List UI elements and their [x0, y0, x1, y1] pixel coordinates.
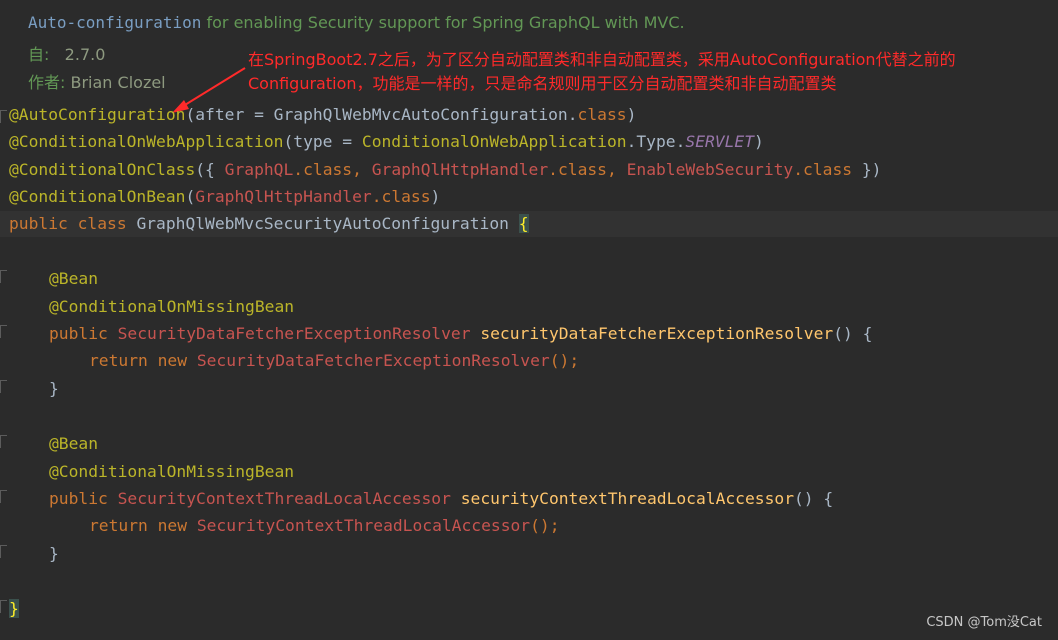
- autoconfiguration-annotation: @AutoConfiguration: [9, 105, 186, 124]
- code-token: .class,: [548, 160, 627, 179]
- code-token: ();: [530, 516, 560, 535]
- javadoc-since: 自: 2.7.0: [28, 41, 105, 65]
- javadoc-summary: Auto-configuration for enabling Security…: [28, 13, 685, 32]
- conditional-bean-annotation: @ConditionalOnBean: [9, 187, 186, 206]
- return-type: SecurityContextThreadLocalAccessor: [117, 489, 451, 508]
- conditional-class-annotation: @ConditionalOnClass: [9, 160, 196, 179]
- fold-marker-icon[interactable]: [0, 325, 7, 338]
- fold-marker-icon[interactable]: [0, 545, 7, 558]
- code-token: .Type.: [626, 132, 686, 151]
- bean-annotation: @Bean: [49, 434, 99, 453]
- fold-marker-icon[interactable]: [0, 435, 7, 448]
- annotation-note-line2: Configuration，功能是一样的，只是命名规则用于区分自动配置类和非自动…: [248, 74, 837, 93]
- author-value: Brian Clozel: [70, 73, 166, 92]
- code-line-bean-2[interactable]: @Bean: [49, 432, 98, 456]
- return-new-keyword: return new: [89, 351, 197, 370]
- missing-bean-annotation: @ConditionalOnMissingBean: [49, 297, 295, 316]
- unresolved-type: EnableWebSecurity: [626, 160, 794, 179]
- matched-brace: }: [9, 599, 19, 618]
- public-class-keyword: public class: [9, 214, 137, 233]
- code-line-conditional-bean[interactable]: @ConditionalOnBean(GraphQlHttpHandler.cl…: [9, 185, 440, 209]
- return-type: SecurityDataFetcherExceptionResolver: [117, 324, 471, 343]
- missing-bean-annotation: @ConditionalOnMissingBean: [49, 462, 295, 481]
- code-token: ): [626, 105, 637, 124]
- method-name: securityDataFetcherExceptionResolver: [480, 324, 834, 343]
- code-token: () {: [794, 489, 834, 508]
- code-token: (type =: [283, 132, 362, 151]
- code-line-method-1[interactable]: public SecurityDataFetcherExceptionResol…: [49, 322, 872, 346]
- method-name: securityContextThreadLocalAccessor: [460, 489, 794, 508]
- author-label: 作者:: [28, 73, 66, 92]
- code-token: }): [852, 160, 882, 179]
- constructor-type: SecurityDataFetcherExceptionResolver: [196, 351, 550, 370]
- closing-brace: }: [49, 544, 59, 563]
- code-token: ): [430, 187, 441, 206]
- bean-annotation: @Bean: [49, 269, 99, 288]
- code-line-class-declaration[interactable]: public class GraphQlWebMvcSecurityAutoCo…: [9, 212, 529, 236]
- conditional-web-annotation: @ConditionalOnWebApplication: [9, 132, 284, 151]
- unresolved-type: GraphQlHttpHandler: [195, 187, 372, 206]
- constructor-type: SecurityContextThreadLocalAccessor: [196, 516, 531, 535]
- code-line-conditional-web[interactable]: @ConditionalOnWebApplication(type = Cond…: [9, 130, 764, 154]
- code-line-conditional-class[interactable]: @ConditionalOnClass({ GraphQL.class, Gra…: [9, 158, 881, 182]
- fold-marker-icon[interactable]: [0, 600, 7, 613]
- code-token: (after = GraphQlWebMvcAutoConfiguration.: [185, 105, 578, 124]
- class-keyword: class: [577, 105, 627, 124]
- csdn-watermark: CSDN @Tom没Cat: [926, 615, 1042, 630]
- return-new-keyword: return new: [89, 516, 197, 535]
- public-keyword: public: [49, 324, 118, 343]
- code-line-return-2[interactable]: return new SecurityContextThreadLocalAcc…: [89, 514, 560, 538]
- fold-marker-icon[interactable]: [0, 490, 7, 503]
- code-line-return-1[interactable]: return new SecurityDataFetcherExceptionR…: [89, 349, 579, 373]
- code-token: .class: [371, 187, 431, 206]
- unresolved-type: GraphQlHttpHandler: [371, 160, 549, 179]
- code-token: (: [185, 187, 196, 206]
- code-line-class-close[interactable]: }: [9, 597, 19, 621]
- code-token: ): [754, 132, 764, 151]
- code-line-bean-1[interactable]: @Bean: [49, 267, 98, 291]
- code-token: ({: [195, 160, 225, 179]
- since-value: 2.7.0: [64, 45, 106, 64]
- javadoc-summary-text: for enabling Security support for Spring…: [201, 13, 685, 32]
- annotation-note-line1: 在SpringBoot2.7之后，为了区分自动配置类和非自动配置类，采用Auto…: [248, 50, 956, 69]
- javadoc-code-term: Auto-configuration: [28, 13, 202, 32]
- since-label: 自:: [28, 45, 50, 64]
- javadoc-author: 作者: Brian Clozel: [28, 69, 166, 93]
- fold-marker-icon[interactable]: [0, 380, 7, 393]
- code-token: ConditionalOnWebApplication: [361, 132, 627, 151]
- code-line-close-2[interactable]: }: [49, 542, 59, 566]
- code-token: .class,: [293, 160, 372, 179]
- code-line-autoconfiguration[interactable]: @AutoConfiguration(after = GraphQlWebMvc…: [9, 103, 636, 127]
- unresolved-type: GraphQL: [224, 160, 294, 179]
- code-token: () {: [833, 324, 873, 343]
- code-token: ();: [549, 351, 580, 370]
- fold-marker-icon[interactable]: [0, 270, 7, 283]
- code-line-missing-bean-1[interactable]: @ConditionalOnMissingBean: [49, 295, 294, 319]
- code-line-missing-bean-2[interactable]: @ConditionalOnMissingBean: [49, 460, 294, 484]
- code-line-method-2[interactable]: public SecurityContextThreadLocalAccesso…: [49, 487, 833, 511]
- fold-marker-icon[interactable]: [0, 110, 7, 123]
- matched-brace: {: [518, 214, 529, 233]
- code-token: .class: [793, 160, 853, 179]
- code-line-close-1[interactable]: }: [49, 377, 59, 401]
- public-keyword: public: [49, 489, 118, 508]
- closing-brace: }: [49, 379, 59, 398]
- servlet-enum: SERVLET: [685, 132, 755, 151]
- class-name: GraphQlWebMvcSecurityAutoConfiguration: [136, 214, 519, 233]
